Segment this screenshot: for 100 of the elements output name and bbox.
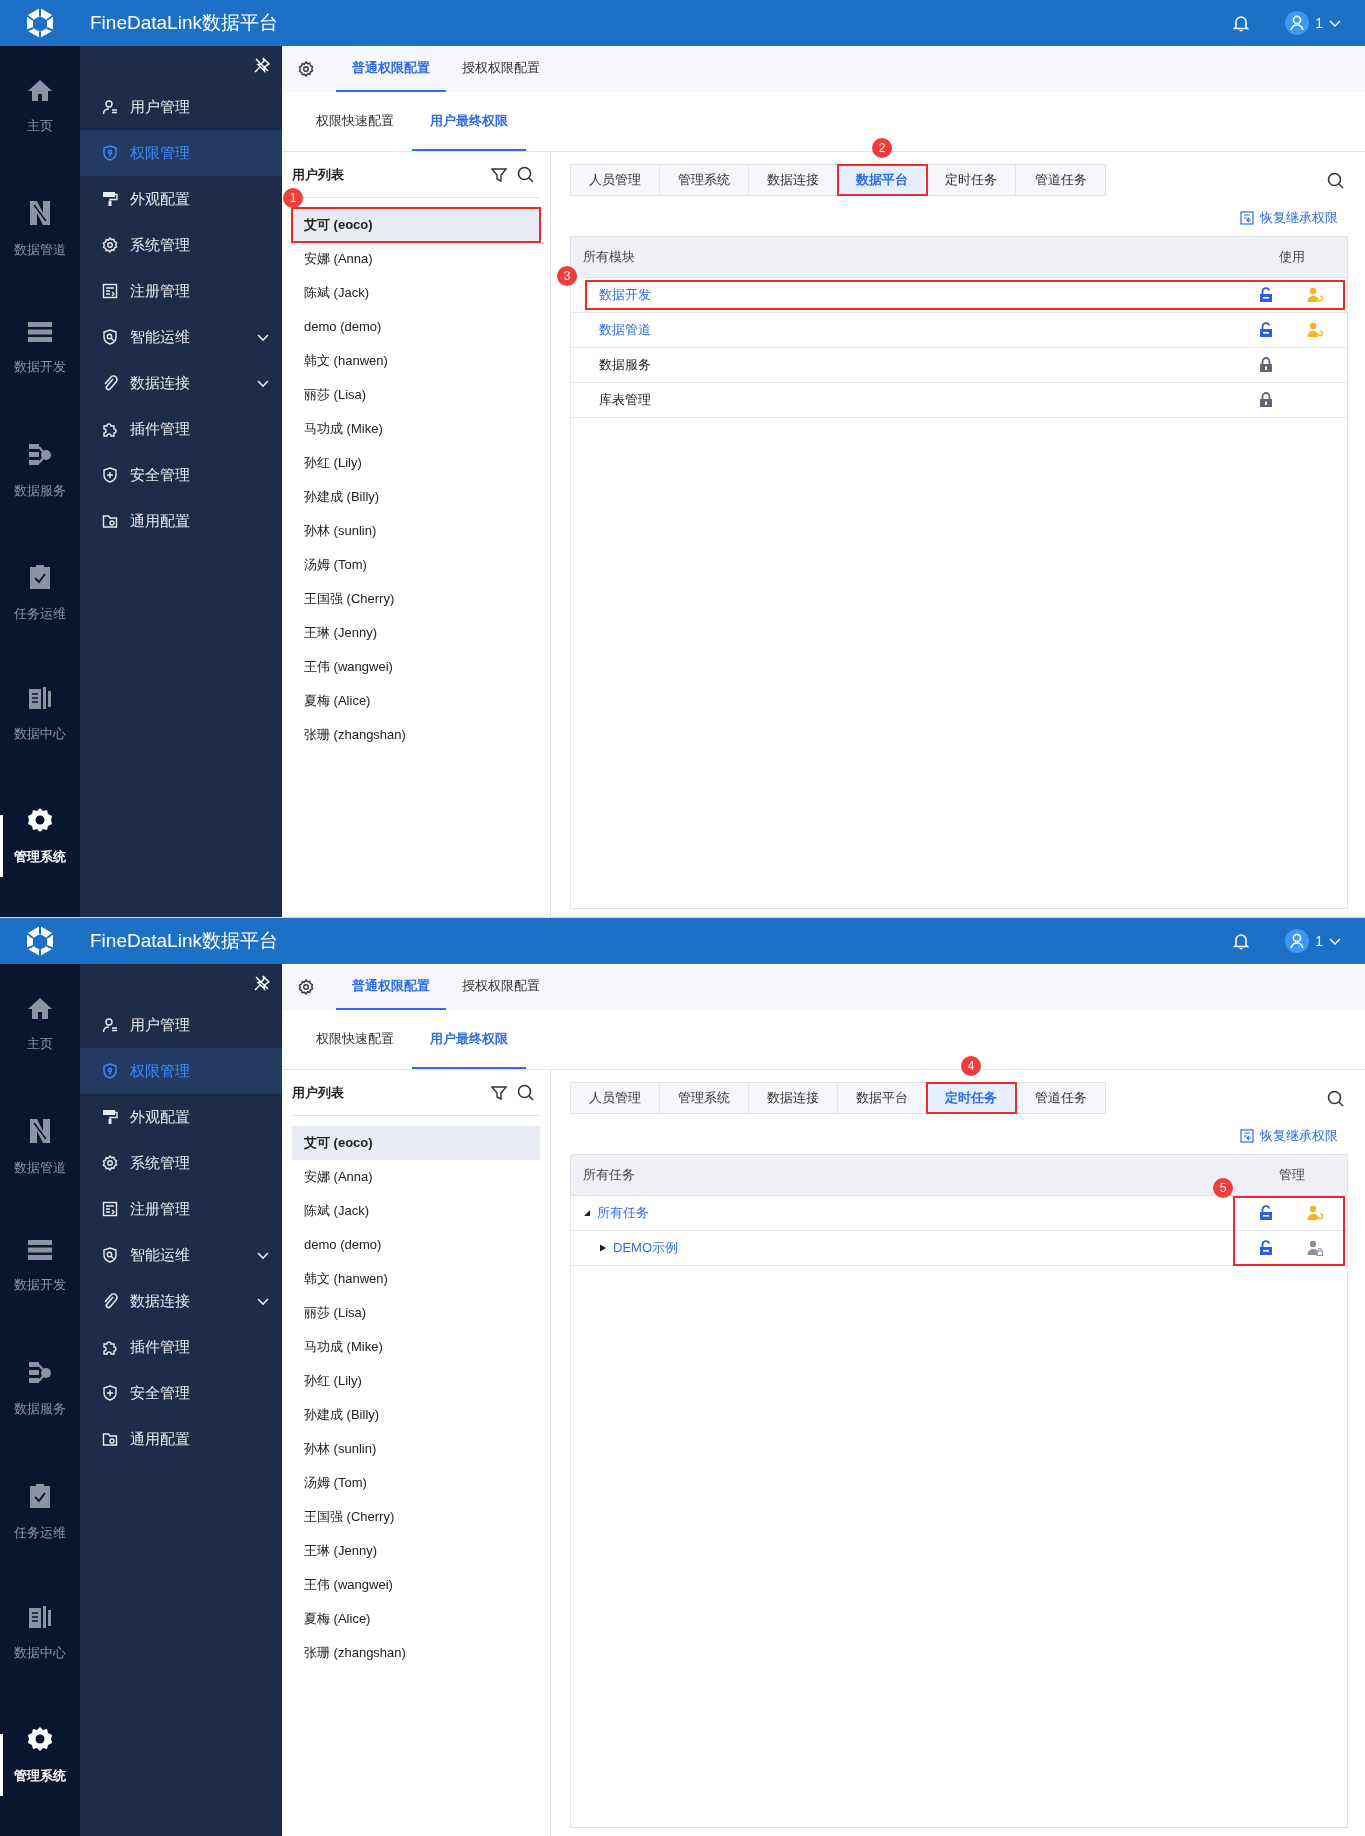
user-item[interactable]: 汤姆 (Tom): [292, 548, 540, 582]
user-item[interactable]: 王伟 (wangwei): [292, 1568, 540, 1602]
rail-item[interactable]: 数据中心: [0, 1592, 80, 1715]
rail-item[interactable]: 数据管道: [0, 187, 80, 310]
user-lock-icon[interactable]: [1307, 1239, 1323, 1256]
search-icon[interactable]: [1327, 171, 1344, 189]
user-item[interactable]: 王国强 (Cherry): [292, 1500, 540, 1534]
user-item[interactable]: 孙建成 (Billy): [292, 480, 540, 514]
menu-item[interactable]: 安全管理: [80, 452, 282, 498]
tab[interactable]: 授权权限配置: [446, 46, 556, 92]
padlock-icon[interactable]: [1259, 391, 1273, 408]
collapse-toggle-icon[interactable]: [583, 1208, 591, 1217]
rail-item[interactable]: 数据中心: [0, 673, 80, 796]
gear-icon[interactable]: [298, 979, 314, 995]
user-item[interactable]: 艾可 (eoco): [292, 1126, 540, 1160]
pin-icon[interactable]: [254, 975, 270, 991]
user-item[interactable]: 张珊 (zhangshan): [292, 718, 540, 752]
rail-item[interactable]: 任务运维: [0, 552, 80, 674]
menu-item[interactable]: 注册管理: [80, 1186, 282, 1232]
menu-item[interactable]: 插件管理: [80, 1324, 282, 1370]
row-label[interactable]: 数据服务: [599, 354, 651, 375]
category-tab[interactable]: 管理系统: [660, 165, 749, 195]
user-item[interactable]: demo (demo): [292, 1228, 540, 1262]
tab[interactable]: 用户最终权限: [412, 1010, 526, 1069]
user-item[interactable]: 张珊 (zhangshan): [292, 1636, 540, 1670]
user-item[interactable]: 王伟 (wangwei): [292, 650, 540, 684]
menu-item[interactable]: 数据连接: [80, 1278, 282, 1324]
rail-item[interactable]: 任务运维: [0, 1470, 80, 1593]
rail-item[interactable]: 主页: [0, 984, 80, 1106]
row-label[interactable]: 数据管道: [599, 319, 651, 340]
user-item[interactable]: 马功成 (Mike): [292, 1330, 540, 1364]
menu-item[interactable]: 智能运维: [80, 1232, 282, 1278]
menu-item[interactable]: 通用配置: [80, 1416, 282, 1462]
tab[interactable]: 普通权限配置: [336, 46, 446, 92]
user-item[interactable]: 陈斌 (Jack): [292, 1194, 540, 1228]
unlocked-padlock-icon[interactable]: [1259, 1204, 1273, 1221]
user-item[interactable]: 韩文 (hanwen): [292, 1262, 540, 1296]
user-item[interactable]: 艾可 (eoco): [292, 208, 540, 242]
user-item[interactable]: demo (demo): [292, 310, 540, 344]
category-tab[interactable]: 管道任务: [1016, 165, 1105, 195]
user-item[interactable]: 丽莎 (Lisa): [292, 378, 540, 412]
row-label[interactable]: 库表管理: [599, 389, 651, 410]
rail-item[interactable]: 数据服务: [0, 430, 80, 553]
user-item[interactable]: 孙林 (sunlin): [292, 1432, 540, 1466]
user-item[interactable]: 汤姆 (Tom): [292, 1466, 540, 1500]
menu-item[interactable]: 数据连接: [80, 360, 282, 406]
user-item[interactable]: 夏梅 (Alice): [292, 1602, 540, 1636]
row-label[interactable]: 数据开发: [599, 284, 651, 305]
tab[interactable]: 授权权限配置: [446, 964, 556, 1010]
tab[interactable]: 用户最终权限: [412, 92, 526, 151]
tab[interactable]: 权限快速配置: [298, 1010, 412, 1069]
category-tab[interactable]: 数据连接: [749, 1083, 838, 1113]
bell-icon[interactable]: [1233, 14, 1250, 32]
unlocked-padlock-icon[interactable]: [1259, 1239, 1273, 1256]
user-item[interactable]: 安娜 (Anna): [292, 1160, 540, 1194]
category-tab[interactable]: 管理系统: [660, 1083, 749, 1113]
padlock-icon[interactable]: [1259, 356, 1273, 373]
user-item[interactable]: 孙林 (sunlin): [292, 514, 540, 548]
rail-item[interactable]: 数据管道: [0, 1105, 80, 1228]
menu-item[interactable]: 注册管理: [80, 268, 282, 314]
user-item[interactable]: 夏梅 (Alice): [292, 684, 540, 718]
menu-item[interactable]: 外观配置: [80, 1094, 282, 1140]
rail-item[interactable]: 主页: [0, 66, 80, 188]
user-menu[interactable]: 1: [1285, 929, 1341, 953]
category-tab[interactable]: 数据连接: [749, 165, 838, 195]
user-item[interactable]: 孙红 (Lily): [292, 446, 540, 480]
tab[interactable]: 普通权限配置: [336, 964, 446, 1010]
user-item[interactable]: 安娜 (Anna): [292, 242, 540, 276]
category-tab[interactable]: 数据平台: [838, 1083, 927, 1113]
menu-item[interactable]: 安全管理: [80, 1370, 282, 1416]
search-icon[interactable]: [517, 1084, 534, 1101]
restore-link[interactable]: 恢复继承权限: [1240, 1126, 1338, 1146]
unlocked-padlock-icon[interactable]: [1259, 321, 1273, 338]
expand-toggle-icon[interactable]: [599, 1243, 607, 1252]
category-tab[interactable]: 定时任务: [927, 165, 1016, 195]
filter-icon[interactable]: [491, 166, 507, 183]
user-item[interactable]: 王琳 (Jenny): [292, 616, 540, 650]
rail-item[interactable]: 数据开发: [0, 1227, 80, 1350]
row-label[interactable]: DEMO示例: [613, 1237, 678, 1258]
user-item[interactable]: 马功成 (Mike): [292, 412, 540, 446]
user-item[interactable]: 韩文 (hanwen): [292, 344, 540, 378]
search-icon[interactable]: [1327, 1089, 1344, 1107]
restore-link[interactable]: 恢复继承权限: [1240, 208, 1338, 228]
menu-item[interactable]: 系统管理: [80, 222, 282, 268]
rail-item[interactable]: 管理系统: [0, 795, 80, 917]
menu-item[interactable]: 用户管理: [80, 1002, 282, 1048]
menu-item[interactable]: 外观配置: [80, 176, 282, 222]
rail-item[interactable]: 数据服务: [0, 1349, 80, 1471]
row-label[interactable]: 所有任务: [597, 1202, 649, 1223]
user-item[interactable]: 孙红 (Lily): [292, 1364, 540, 1398]
search-icon[interactable]: [517, 166, 534, 183]
menu-item[interactable]: 通用配置: [80, 498, 282, 544]
user-item[interactable]: 王国强 (Cherry): [292, 582, 540, 616]
category-tab[interactable]: 管道任务: [1016, 1083, 1105, 1113]
tab[interactable]: 权限快速配置: [298, 92, 412, 151]
menu-item[interactable]: 插件管理: [80, 406, 282, 452]
rail-item[interactable]: 管理系统: [0, 1714, 80, 1836]
bell-icon[interactable]: [1233, 932, 1250, 950]
user-item[interactable]: 丽莎 (Lisa): [292, 1296, 540, 1330]
menu-item[interactable]: 智能运维: [80, 314, 282, 360]
